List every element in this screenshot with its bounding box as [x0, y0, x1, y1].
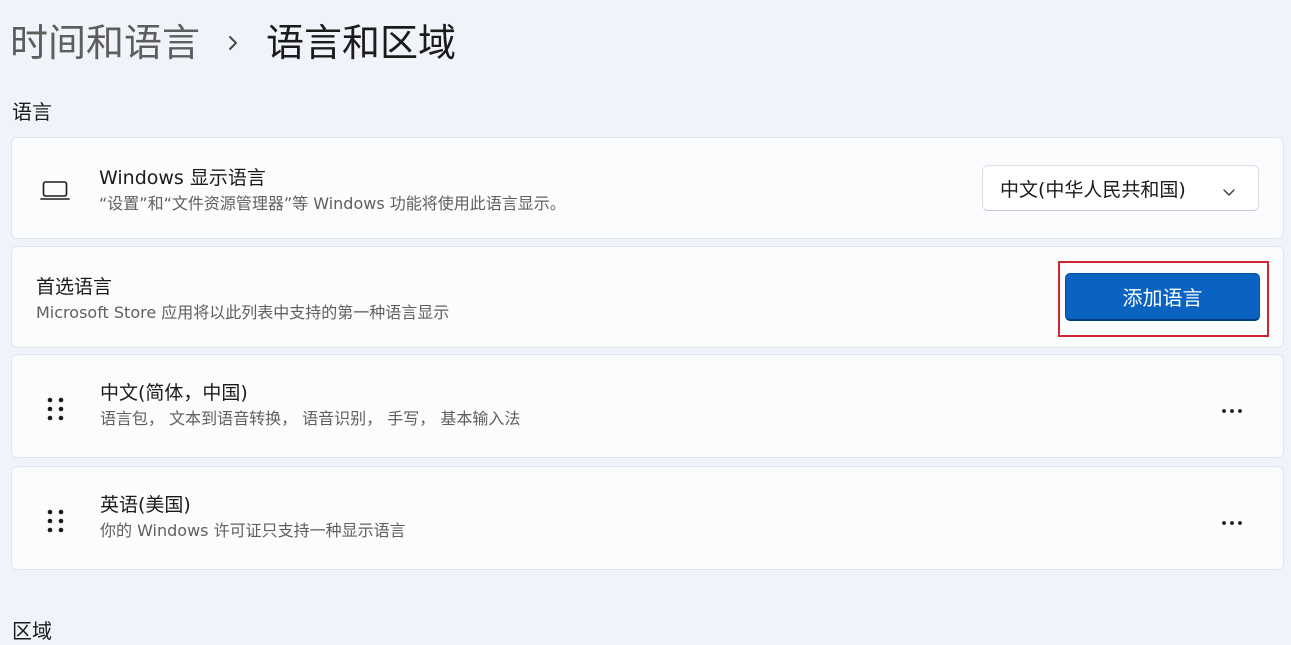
language-features: 语言包， 文本到语音转换， 语音识别， 手写， 基本输入法: [100, 409, 521, 428]
preferred-languages-title: 首选语言: [36, 276, 113, 298]
windows-display-language-card: Windows 显示语言 “设置”和“文件资源管理器”等 Windows 功能将…: [11, 137, 1284, 239]
breadcrumb-parent-link[interactable]: 时间和语言: [10, 18, 200, 68]
more-options-icon: [1221, 511, 1243, 530]
language-item-text: 英语(美国) 你的 Windows 许可证只支持一种显示语言: [100, 492, 406, 542]
language-name: 英语(美国): [100, 494, 191, 516]
chevron-right-icon: [200, 18, 266, 68]
more-options-button[interactable]: [1212, 393, 1252, 423]
language-name: 中文(简体，中国): [100, 382, 248, 404]
language-section-heading: 语言: [12, 100, 52, 124]
language-features: 你的 Windows 许可证只支持一种显示语言: [100, 521, 406, 540]
windows-display-language-text: Windows 显示语言 “设置”和“文件资源管理器”等 Windows 功能将…: [99, 165, 566, 215]
preferred-languages-text: 首选语言 Microsoft Store 应用将以此列表中支持的第一种语言显示: [36, 274, 449, 324]
drag-handle-icon[interactable]: [46, 508, 66, 536]
add-language-button[interactable]: 添加语言: [1065, 273, 1260, 321]
display-language-selected-value: 中文(中华人民共和国): [1000, 178, 1186, 201]
display-language-dropdown[interactable]: 中文(中华人民共和国): [982, 165, 1259, 211]
preferred-languages-description: Microsoft Store 应用将以此列表中支持的第一种语言显示: [36, 303, 450, 322]
laptop-icon: [40, 178, 70, 202]
windows-display-language-title: Windows 显示语言: [99, 167, 266, 189]
drag-handle-icon[interactable]: [46, 396, 66, 424]
more-options-icon: [1221, 399, 1243, 418]
language-item-text: 中文(简体，中国) 语言包， 文本到语音转换， 语音识别， 手写， 基本输入法: [100, 380, 520, 430]
language-item-english: 英语(美国) 你的 Windows 许可证只支持一种显示语言: [11, 466, 1284, 570]
preferred-languages-card: 首选语言 Microsoft Store 应用将以此列表中支持的第一种语言显示 …: [11, 246, 1284, 348]
page-title: 语言和区域: [266, 21, 457, 65]
language-item-chinese: 中文(简体，中国) 语言包， 文本到语音转换， 语音识别， 手写， 基本输入法: [11, 354, 1284, 458]
chevron-down-icon: [1222, 182, 1236, 196]
breadcrumb: 时间和语言 语言和区域: [10, 18, 456, 68]
more-options-button[interactable]: [1212, 505, 1252, 535]
region-section-heading: 区域: [12, 619, 52, 643]
windows-display-language-description: “设置”和“文件资源管理器”等 Windows 功能将使用此语言显示。: [99, 194, 566, 213]
